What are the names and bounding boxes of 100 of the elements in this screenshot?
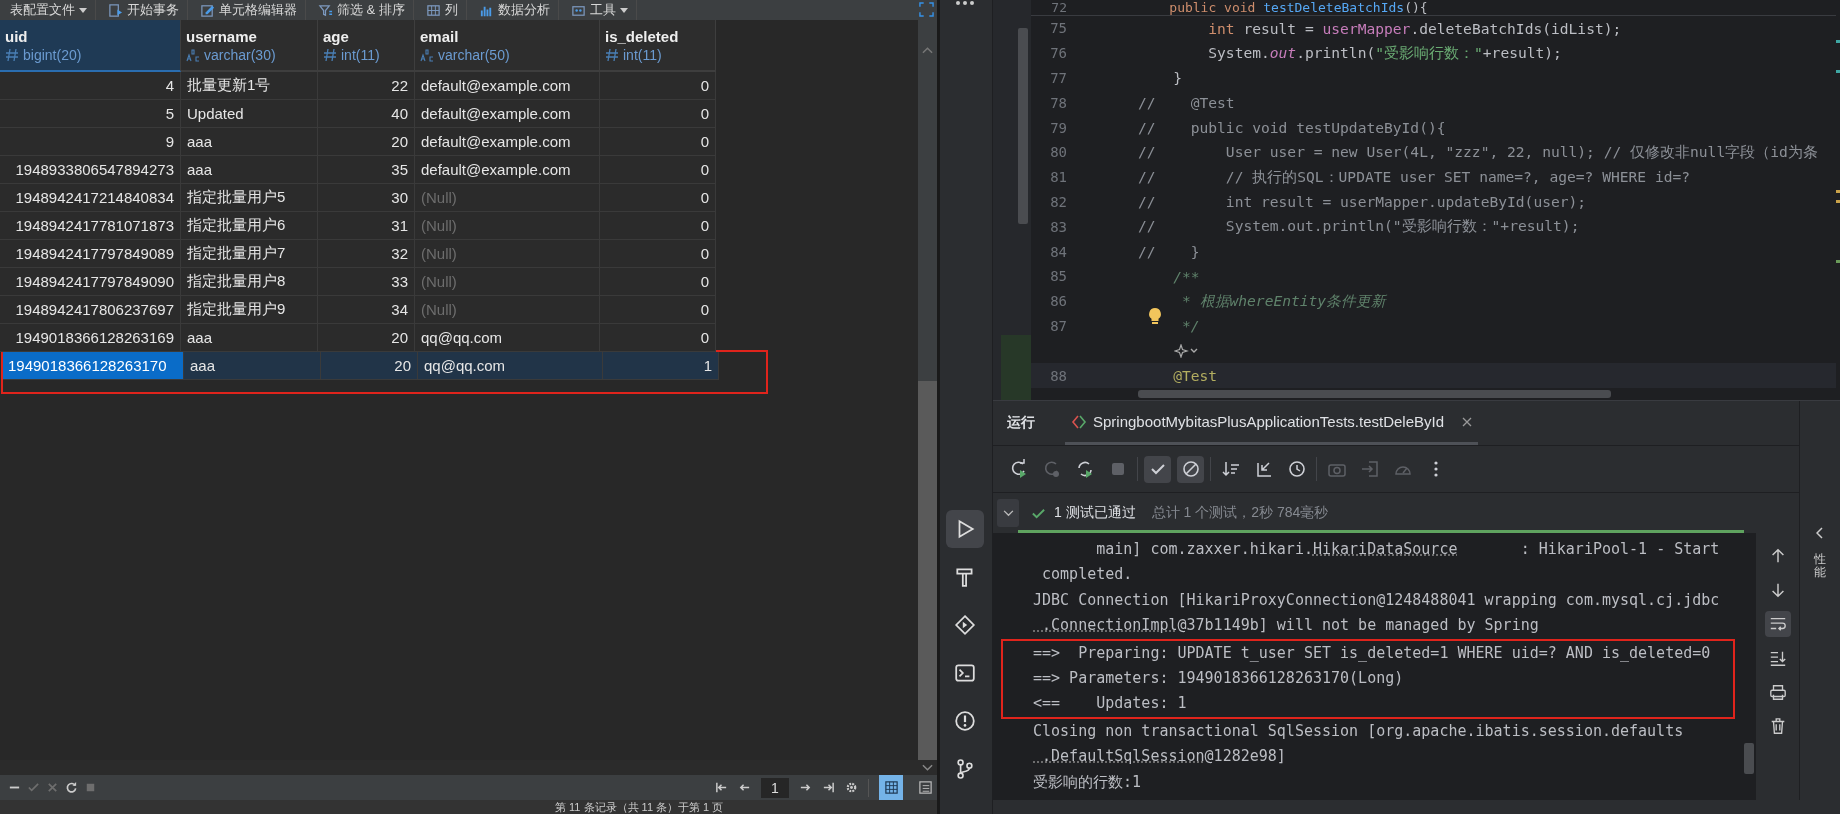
table-cell[interactable]: 9 (0, 128, 181, 156)
table-cell[interactable]: 1948942417797849089 (0, 240, 181, 268)
number-type-icon (605, 47, 619, 62)
table-cell[interactable]: 指定批量用户5 (181, 184, 318, 212)
collapse-button[interactable] (997, 499, 1019, 527)
table-cell[interactable]: 0 (600, 212, 716, 240)
table-cell[interactable]: aaa (181, 128, 318, 156)
number-type-icon (5, 47, 19, 62)
table-cell[interactable]: 0 (600, 156, 716, 184)
first-page-icon[interactable] (715, 781, 728, 794)
table-cell[interactable]: aaa (181, 324, 318, 352)
table-cell[interactable]: 0 (600, 324, 716, 352)
column-type: varchar(30) (204, 46, 276, 63)
line-number: 86 (1049, 293, 1067, 310)
table-cell[interactable]: 22 (318, 72, 415, 100)
column-header[interactable]: uid bigint(20) (0, 20, 181, 72)
services-icon[interactable] (954, 614, 976, 636)
table-cell[interactable]: 1948942417806237697 (0, 296, 181, 324)
table-cell[interactable]: 0 (600, 128, 716, 156)
code-line: } (1172, 69, 1182, 87)
line-number: 72 (1050, 0, 1067, 15)
table-cell[interactable]: aaa (184, 352, 321, 380)
column-header[interactable]: email varchar(50) (415, 20, 600, 72)
more-icon (1433, 461, 1438, 477)
line-number: 83 (1049, 218, 1067, 235)
table-cell[interactable]: 1949018366128263169 (0, 324, 181, 352)
table-cell[interactable]: default@example.com (415, 100, 600, 128)
table-cell[interactable]: 批量更新1号 (181, 72, 318, 100)
table-cell[interactable]: 0 (600, 240, 716, 268)
table-cell[interactable]: 30 (318, 184, 415, 212)
panel-title: 运行 (1007, 414, 1035, 432)
expand-icon[interactable] (919, 2, 934, 17)
table-cell[interactable]: Updated (181, 100, 318, 128)
grid-view-button[interactable] (879, 775, 903, 800)
table-cell[interactable]: 1948942417214840834 (0, 184, 181, 212)
test-run-icon (1071, 414, 1087, 429)
table-cell[interactable]: 指定批量用户8 (181, 268, 318, 296)
number-type-icon (323, 47, 337, 62)
table-cell[interactable]: default@example.com (415, 72, 600, 100)
table-cell[interactable]: 40 (318, 100, 415, 128)
scrollbar-thumb[interactable] (1744, 743, 1754, 774)
table-cell[interactable]: 指定批量用户6 (181, 212, 318, 240)
table-cell[interactable]: 20 (318, 128, 415, 156)
ignored-button[interactable] (1177, 455, 1204, 483)
table-cell[interactable]: 0 (600, 184, 716, 212)
form-icon (917, 780, 933, 795)
console-line: 受影响的行数:1 (1033, 771, 1143, 793)
table-cell[interactable]: 1948933806547894273 (0, 156, 181, 184)
scrollbar-thumb[interactable] (1018, 28, 1028, 224)
table-cell[interactable]: 1948942417781071873 (0, 212, 181, 240)
table-cell[interactable]: 31 (318, 212, 415, 240)
scrollbar-thumb[interactable] (918, 381, 937, 760)
code-line: // } (1138, 243, 1200, 261)
table-cell[interactable]: aaa (181, 156, 318, 184)
close-icon[interactable] (1462, 416, 1472, 427)
side-tab[interactable]: 性能 (1814, 553, 1826, 580)
lightbulb-icon[interactable] (1148, 307, 1162, 326)
table-cell[interactable]: 34 (318, 296, 415, 324)
table-cell[interactable]: default@example.com (415, 156, 600, 184)
table-cell[interactable]: 4 (0, 72, 181, 100)
table-cell[interactable]: 0 (600, 72, 716, 100)
table-cell[interactable]: 33 (318, 268, 415, 296)
passed-button[interactable] (1144, 455, 1171, 483)
run-tab[interactable]: SpringbootMybitasPlusApplicationTests.testDeleById (1065, 401, 1478, 445)
table-cell[interactable]: qq@qq.com (418, 352, 603, 380)
table-cell[interactable]: 20 (321, 352, 418, 380)
page-field[interactable]: 1 (761, 777, 789, 798)
column-header[interactable]: is_deleted int(11) (600, 20, 716, 72)
chevron-down-icon[interactable] (922, 764, 933, 772)
column-name: email (420, 27, 460, 45)
table-cell[interactable]: 35 (318, 156, 415, 184)
table-cell[interactable]: 1948942417797849090 (0, 268, 181, 296)
table-cell[interactable]: 1949018366128263170 (3, 352, 184, 380)
more-icon[interactable] (955, 0, 975, 6)
wrap-button[interactable] (1764, 611, 1791, 637)
import-icon (1359, 459, 1380, 479)
table-cell[interactable]: 0 (600, 268, 716, 296)
scrollbar-thumb[interactable] (1138, 389, 1611, 398)
terminal-icon[interactable] (954, 662, 976, 684)
code-line: int result = userMapper.deleteBatchIds(idList); (1207, 19, 1622, 37)
table-cell[interactable]: 0 (600, 100, 716, 128)
settings-icon[interactable] (845, 781, 858, 794)
branch-icon[interactable] (954, 758, 976, 780)
table-cell[interactable]: default@example.com (415, 128, 600, 156)
refresh-icon[interactable] (65, 781, 78, 794)
table-cell[interactable]: qq@qq.com (415, 324, 600, 352)
chevron-left-icon[interactable] (1816, 527, 1824, 539)
table-cell[interactable]: 1 (603, 352, 719, 380)
last-page-icon[interactable] (822, 781, 835, 794)
history-icon (1286, 459, 1307, 479)
table-cell[interactable]: 20 (318, 324, 415, 352)
table-cell[interactable]: 32 (318, 240, 415, 268)
table-cell[interactable]: 指定批量用户7 (181, 240, 318, 268)
column-header[interactable]: age int(11) (318, 20, 415, 72)
ai-action-button[interactable] (1174, 343, 1200, 358)
table-cell[interactable]: 5 (0, 100, 181, 128)
column-header[interactable]: username varchar(30) (181, 20, 318, 72)
table-cell[interactable]: 0 (600, 296, 716, 324)
table-cell[interactable]: 指定批量用户9 (181, 296, 318, 324)
warning-icon[interactable] (954, 710, 976, 732)
